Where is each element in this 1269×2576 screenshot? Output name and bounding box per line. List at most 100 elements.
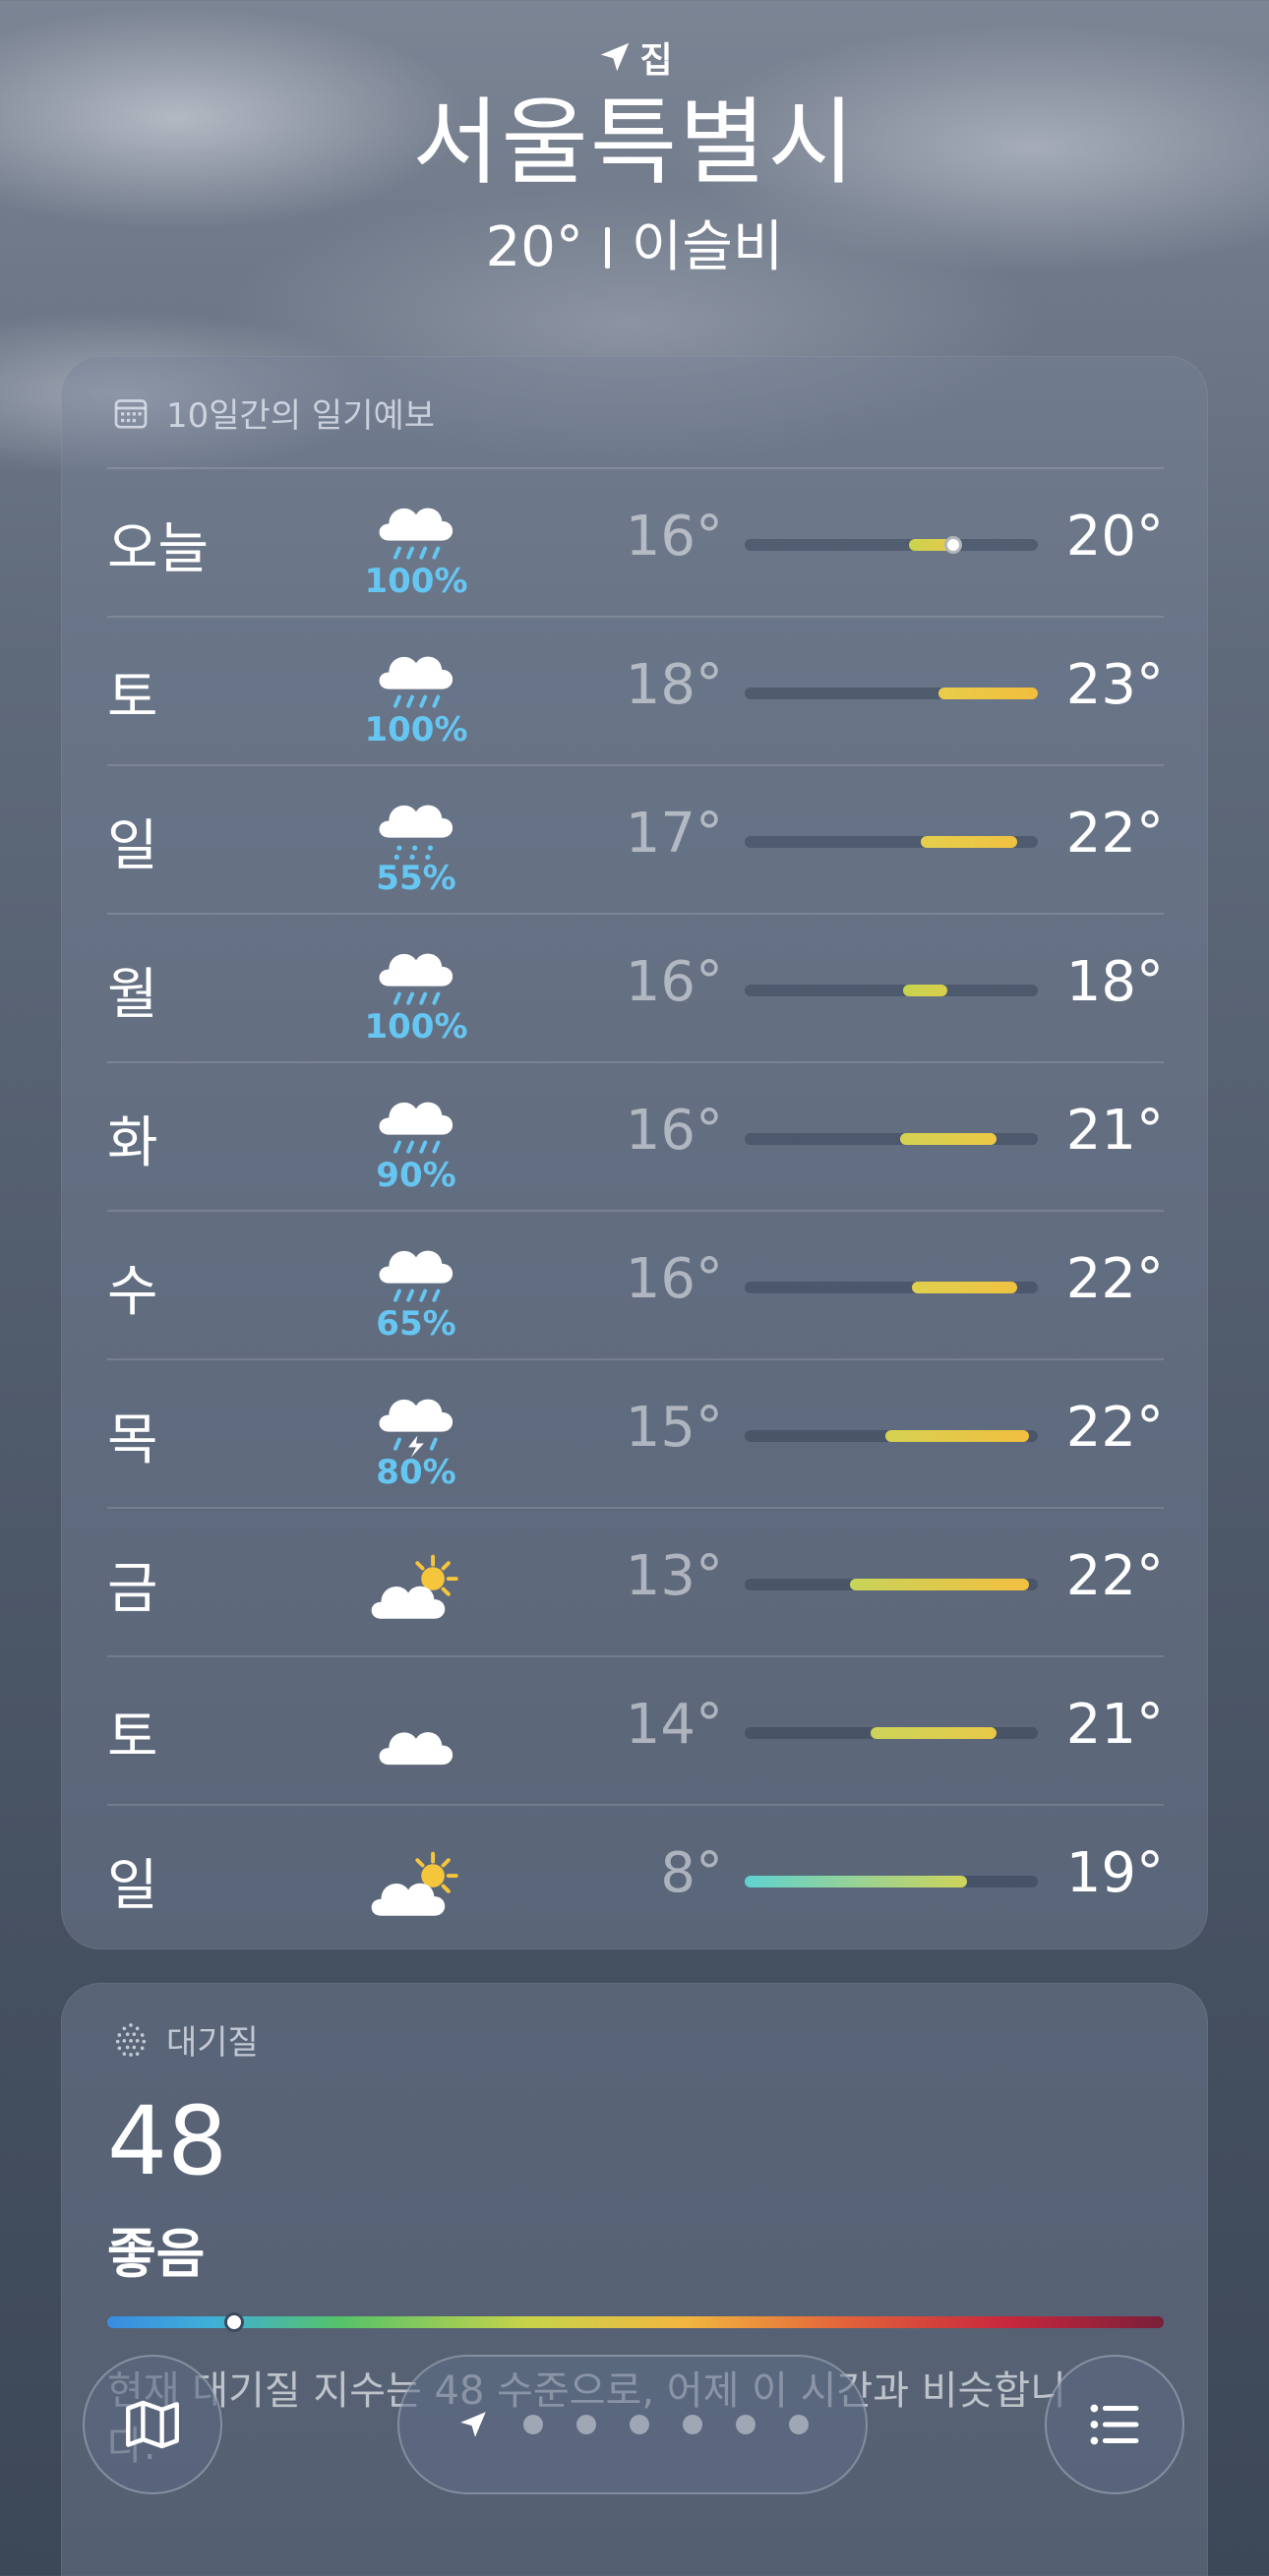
current-condition: 이슬비 [631,215,784,279]
list-icon [1090,2404,1139,2445]
precipitation-chance: 100% [364,562,468,601]
temperature-range-bar [745,836,1038,848]
temperature-range-bar [745,1282,1038,1293]
precipitation-chance: 90% [376,1156,456,1195]
temperature-range-bar [745,1876,1038,1887]
temperature-range-fill [937,688,1038,699]
current-temperature-dot [943,536,962,554]
cloud-rain-icon [371,637,461,710]
low-temperature: 17° [625,802,723,866]
page-dot[interactable] [789,2415,809,2434]
forecast-day: 월 [107,963,158,1027]
high-temperature: 22° [1065,1544,1164,1608]
temperature-range-fill [885,1430,1030,1442]
low-temperature: 16° [625,950,723,1014]
high-temperature: 21° [1065,1693,1164,1757]
cloud-rain-icon [371,489,461,562]
cloud-rain-icon [371,1083,461,1156]
forecast-row[interactable]: 목 80% 15° 22° [107,1358,1164,1507]
forecast-row[interactable]: 토 100% 18° 23° [107,616,1164,764]
location-row: 집 [0,30,1269,85]
temperature-range-bar [745,985,1038,996]
forecast-row[interactable]: 일 8° 19° [107,1804,1164,1952]
forecast-row[interactable]: 화 90% 16° 21° [107,1061,1164,1210]
air-quality-scale [107,2312,1164,2332]
forecast-day: 토 [107,666,158,730]
forecast-day: 일 [107,814,158,878]
precipitation-chance: 100% [364,710,468,749]
temperature-range-bar [745,688,1038,699]
forecast-row[interactable]: 금 13° 22° [107,1507,1164,1655]
temperature-range-fill [902,985,947,996]
air-quality-title: 대기질 [166,2023,259,2063]
ten-day-forecast-card[interactable]: 10일간의 일기예보 오늘 100% 16° 20° 토 100% 18° 23° 일 55% 17… [61,356,1208,1949]
calendar-icon [114,398,148,428]
temperature-range-fill [745,1876,968,1887]
precipitation-chance: 55% [376,859,456,898]
location-label: 집 [639,40,673,81]
forecast-rows: 오늘 100% 16° 20° 토 100% 18° 23° 일 55% 17° 22° 월 100% 16… [107,467,1164,1952]
air-quality-index: 48 [107,2086,228,2196]
page-indicator[interactable] [397,2355,868,2494]
forecast-row[interactable]: 월 100% 16° 18° [107,913,1164,1061]
temperature-range-fill [911,1282,1018,1293]
forecast-card-title: 10일간의 일기예보 [166,396,436,436]
forecast-row[interactable]: 수 65% 16° 22° [107,1210,1164,1358]
high-temperature: 22° [1065,1247,1164,1311]
location-arrow-icon [601,42,630,72]
precipitation-chance: 100% [364,1007,468,1047]
forecast-row[interactable]: 토 14° 21° [107,1655,1164,1804]
air-quality-header: 대기질 [111,2015,259,2064]
forecast-day: 오늘 [107,517,210,581]
forecast-card-header: 10일간의 일기예보 [111,389,435,437]
map-icon [126,2400,179,2449]
high-temperature: 22° [1065,802,1164,866]
low-temperature: 18° [625,653,723,717]
cloud-sun-icon [371,1554,461,1627]
divider [604,227,610,269]
page-dot[interactable] [683,2415,702,2434]
air-quality-indicator [223,2312,244,2332]
city-name: 서울특별시 [412,88,857,198]
temperature-range-fill [850,1579,1030,1590]
low-temperature: 14° [625,1693,723,1757]
low-temperature: 13° [625,1544,723,1608]
low-temperature: 16° [625,1247,723,1311]
low-temperature: 16° [625,505,723,569]
forecast-row[interactable]: 오늘 100% 16° 20° [107,467,1164,616]
low-temperature: 16° [625,1099,723,1163]
temperature-range-fill [899,1133,997,1145]
list-button[interactable] [1045,2355,1184,2494]
high-temperature: 23° [1065,653,1164,717]
page-dot[interactable] [736,2415,755,2434]
precipitation-chance: 65% [376,1304,456,1344]
low-temperature: 15° [625,1396,723,1460]
temperature-range-bar [745,1133,1038,1145]
page-dot[interactable] [523,2415,543,2434]
forecast-day: 일 [107,1854,158,1918]
location-header: 집 서울특별시 20° 이슬비 [0,30,1269,287]
map-button[interactable] [83,2355,222,2494]
cloud-bolt-rain-icon [371,1380,461,1458]
forecast-row[interactable]: 일 55% 17° 22° [107,764,1164,913]
temperature-range-bar [745,536,1038,554]
page-dot[interactable] [630,2415,649,2434]
current-conditions: 20° 이슬비 [0,209,1269,287]
cloud-drizzle-icon [371,786,461,860]
temperature-range-bar [745,1727,1038,1739]
cloud-sun-icon [371,1851,461,1924]
page-dot[interactable] [576,2415,596,2434]
temperature-range-fill [920,836,1018,848]
precipitation-chance: 80% [376,1453,456,1492]
forecast-day: 토 [107,1706,158,1769]
cloud-icon [371,1703,461,1775]
high-temperature: 22° [1065,1396,1164,1460]
temperature-range-bar [745,1430,1038,1442]
air-quality-icon [115,2022,147,2057]
forecast-day: 수 [107,1260,158,1324]
location-arrow-icon [460,2412,486,2437]
cloud-rain-icon [371,934,461,1007]
temperature-range-fill [871,1727,997,1739]
low-temperature: 8° [660,1841,723,1905]
high-temperature: 18° [1065,950,1164,1014]
